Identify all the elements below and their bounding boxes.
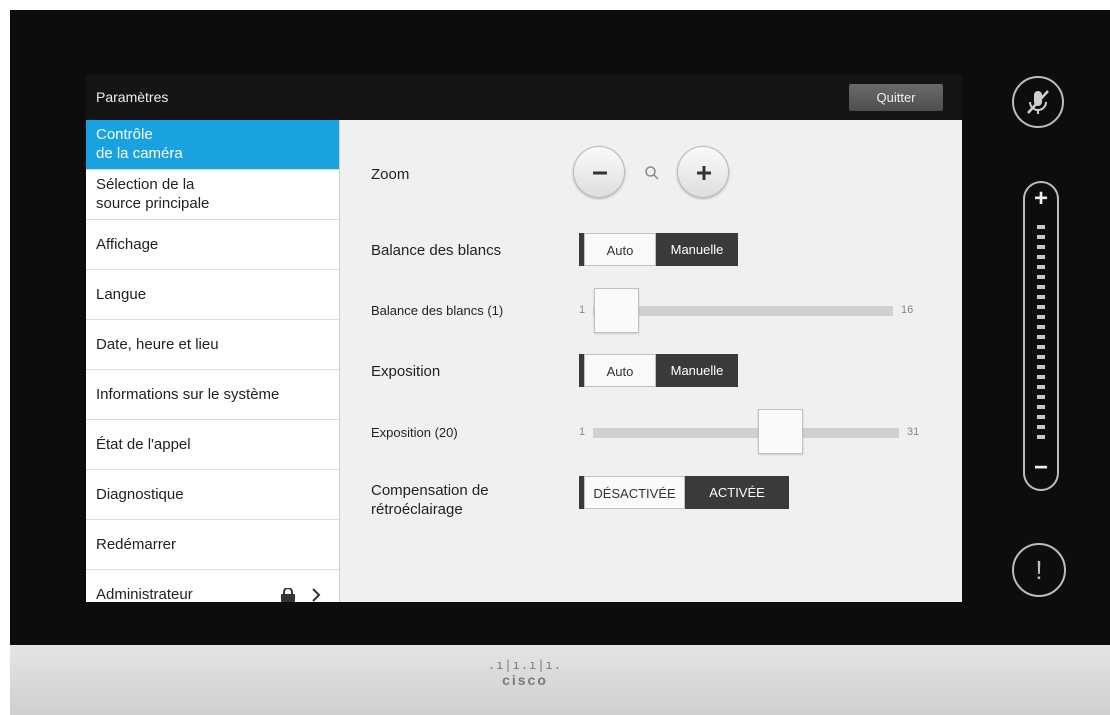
volume-level-segment bbox=[1037, 345, 1045, 349]
zoom-out-button[interactable] bbox=[573, 146, 625, 198]
volume-level-segment bbox=[1037, 305, 1045, 309]
volume-level-segment bbox=[1037, 405, 1045, 409]
white-balance-slider-min: 1 bbox=[579, 304, 586, 316]
alert-button[interactable]: ! bbox=[1012, 543, 1066, 597]
sidebar-item-administrator[interactable]: Administrateur bbox=[86, 570, 339, 602]
chevron-right-icon bbox=[312, 588, 321, 602]
volume-level-segment bbox=[1037, 295, 1045, 299]
volume-up-button[interactable]: + bbox=[1025, 186, 1057, 212]
volume-level-segment bbox=[1037, 225, 1045, 229]
search-icon bbox=[645, 166, 659, 180]
exposure-slider-min: 1 bbox=[579, 426, 586, 438]
backlight-off-option[interactable]: DÉSACTIVÉE bbox=[584, 476, 685, 509]
volume-level-segment bbox=[1037, 265, 1045, 269]
sidebar-item-camera-control[interactable]: Contrôle de la caméra bbox=[86, 120, 339, 170]
exposure-auto-option[interactable]: Auto bbox=[584, 354, 656, 387]
exposure-slider-max: 31 bbox=[907, 426, 920, 438]
exposure-toggle[interactable]: Auto Manuelle bbox=[579, 354, 738, 387]
volume-level-segment bbox=[1037, 335, 1045, 339]
cisco-logo: .ı|ı.ı|ı. cisco bbox=[475, 658, 575, 688]
exposure-manual-option[interactable]: Manuelle bbox=[656, 354, 738, 387]
volume-level-segment bbox=[1037, 235, 1045, 239]
volume-level-segment bbox=[1037, 275, 1045, 279]
white-balance-slider-knob[interactable] bbox=[594, 288, 639, 333]
volume-level-segment bbox=[1037, 365, 1045, 369]
sidebar-item-diagnostics[interactable]: Diagnostique bbox=[86, 470, 339, 520]
sidebar-item-restart[interactable]: Redémarrer bbox=[86, 520, 339, 570]
white-balance-slider-label: Balance des blancs (1) bbox=[371, 303, 504, 318]
sidebar-item-label: source principale bbox=[96, 195, 210, 212]
backlight-label-line1: Compensation de bbox=[371, 482, 489, 499]
white-balance-toggle[interactable]: Auto Manuelle bbox=[579, 233, 738, 266]
exposure-slider-track[interactable] bbox=[593, 428, 899, 438]
sidebar-item-label: de la caméra bbox=[96, 145, 183, 162]
cisco-logo-text: cisco bbox=[502, 672, 548, 688]
volume-level-segment bbox=[1037, 325, 1045, 329]
minus-icon bbox=[593, 171, 607, 175]
quit-button[interactable]: Quitter bbox=[849, 84, 943, 111]
sidebar-item-date-time[interactable]: Date, heure et lieu bbox=[86, 320, 339, 370]
backlight-label-line2: rétroéclairage bbox=[371, 501, 463, 518]
plus-icon bbox=[697, 166, 711, 180]
zoom-in-button[interactable] bbox=[677, 146, 729, 198]
volume-level-segment bbox=[1037, 425, 1045, 429]
volume-level-segment bbox=[1037, 435, 1045, 439]
sidebar-item-label: Contrôle bbox=[96, 126, 153, 143]
sidebar-item-display[interactable]: Affichage bbox=[86, 220, 339, 270]
sidebar-item-call-status[interactable]: État de l'appel bbox=[86, 420, 339, 470]
volume-level-segment bbox=[1037, 415, 1045, 419]
backlight-on-option[interactable]: ACTIVÉE bbox=[685, 476, 789, 509]
window-title: Paramètres bbox=[96, 89, 169, 105]
exposure-slider-knob[interactable] bbox=[758, 409, 803, 454]
settings-sidebar: Contrôle de la caméra Sélection de la so… bbox=[86, 120, 340, 602]
backlight-toggle[interactable]: DÉSACTIVÉE ACTIVÉE bbox=[579, 476, 789, 509]
volume-level-segment bbox=[1037, 315, 1045, 319]
exposure-label: Exposition bbox=[371, 363, 441, 380]
volume-level-segment bbox=[1037, 385, 1045, 389]
zoom-label: Zoom bbox=[371, 166, 410, 183]
volume-down-button[interactable]: − bbox=[1025, 455, 1057, 481]
exposure-slider-label: Exposition (20) bbox=[371, 425, 458, 440]
volume-level-segment bbox=[1037, 395, 1045, 399]
volume-level-segment bbox=[1037, 285, 1045, 289]
sidebar-item-main-source[interactable]: Sélection de la source principale bbox=[86, 170, 339, 220]
title-bar: Paramètres Quitter bbox=[86, 75, 962, 120]
sidebar-item-label: Administrateur bbox=[96, 586, 193, 602]
white-balance-auto-option[interactable]: Auto bbox=[584, 233, 656, 266]
camera-settings-panel: Zoom Balance des blancs Auto Manuelle Ba… bbox=[341, 120, 962, 602]
volume-level-segment bbox=[1037, 245, 1045, 249]
volume-level-segment bbox=[1037, 255, 1045, 259]
settings-window: Paramètres Quitter Contrôle de la caméra… bbox=[86, 75, 962, 602]
mic-muted-icon bbox=[1027, 90, 1049, 114]
white-balance-label: Balance des blancs bbox=[371, 242, 502, 259]
volume-control[interactable]: + − bbox=[1023, 181, 1059, 491]
alert-icon: ! bbox=[1035, 555, 1043, 585]
white-balance-manual-option[interactable]: Manuelle bbox=[656, 233, 738, 266]
volume-level-segment bbox=[1037, 355, 1045, 359]
cisco-logo-bars: .ı|ı.ı|ı. bbox=[487, 658, 563, 672]
sidebar-item-language[interactable]: Langue bbox=[86, 270, 339, 320]
white-balance-slider-max: 16 bbox=[901, 304, 914, 316]
sidebar-item-system-info[interactable]: Informations sur le système bbox=[86, 370, 339, 420]
mic-mute-button[interactable] bbox=[1012, 76, 1064, 128]
backlight-label: Compensation de rétroéclairage bbox=[371, 481, 489, 519]
volume-level-segment bbox=[1037, 375, 1045, 379]
lock-icon bbox=[281, 588, 295, 602]
sidebar-item-label: Sélection de la bbox=[96, 176, 195, 193]
